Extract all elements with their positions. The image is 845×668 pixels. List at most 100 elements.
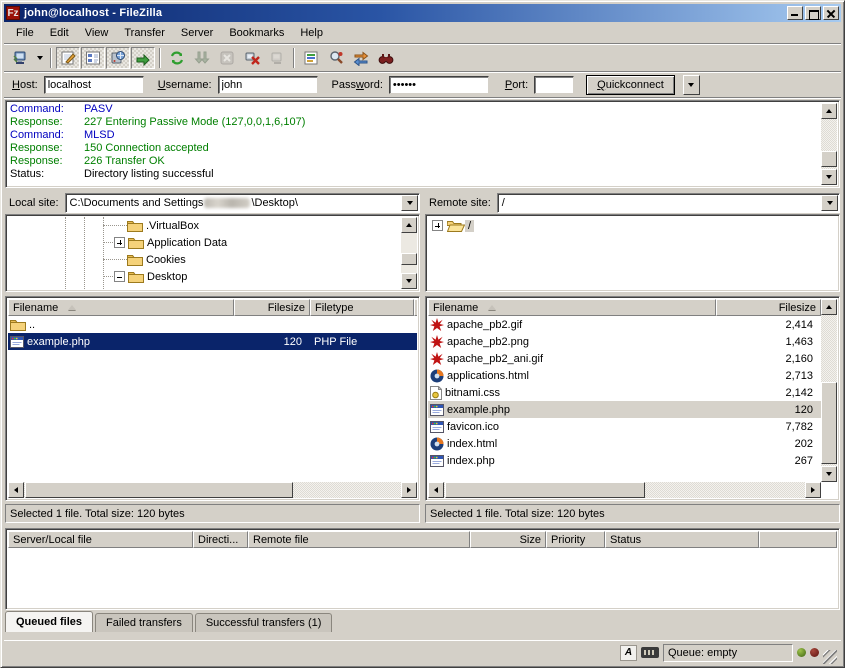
scroll-up-button[interactable]: [821, 299, 837, 315]
menu-help[interactable]: Help: [292, 25, 331, 41]
site-manager-dropdown[interactable]: [33, 47, 46, 69]
file-row[interactable]: index.html 202: [428, 435, 821, 452]
scroll-thumb[interactable]: [25, 482, 293, 498]
scroll-right-button[interactable]: [401, 482, 417, 498]
log-line: Response:226 Transfer OK: [8, 155, 821, 168]
image-file-icon: [430, 318, 444, 332]
scroll-thumb[interactable]: [445, 482, 645, 498]
reconnect-button[interactable]: [265, 47, 289, 69]
scroll-up-button[interactable]: [821, 103, 837, 119]
scroll-up-button[interactable]: [401, 217, 417, 233]
menu-transfer[interactable]: Transfer: [116, 25, 173, 41]
column-size[interactable]: Size: [470, 531, 546, 548]
status-bar: A Queue: empty: [4, 640, 841, 664]
toggle-message-log-button[interactable]: [56, 47, 80, 69]
scroll-right-button[interactable]: [805, 482, 821, 498]
tab-successful-transfers[interactable]: Successful transfers (1): [195, 613, 333, 632]
column-filename[interactable]: Filename: [8, 299, 234, 316]
file-row[interactable]: apache_pb2.png 1,463: [428, 333, 821, 350]
cancel-operation-button[interactable]: [215, 47, 239, 69]
tree-item-desktop[interactable]: Desktop: [8, 268, 417, 285]
chevron-down-icon: [688, 83, 694, 87]
transfer-queue-icon: [135, 50, 151, 66]
column-remote-file[interactable]: Remote file: [248, 531, 470, 548]
column-last-modified[interactable]: L: [414, 299, 417, 316]
directory-filters-button[interactable]: [299, 47, 323, 69]
disconnect-button[interactable]: [240, 47, 264, 69]
local-site-combo[interactable]: C:\Documents and Settings\Desktop\: [65, 193, 420, 213]
toggle-remote-tree-button[interactable]: [106, 47, 130, 69]
remote-site-combo[interactable]: /: [497, 193, 840, 213]
local-tree-scrollbar[interactable]: [401, 217, 417, 289]
tree-item-cookies[interactable]: Cookies: [8, 251, 417, 268]
local-list-hscrollbar[interactable]: [8, 482, 417, 498]
file-row[interactable]: applications.html 2,713: [428, 367, 821, 384]
collapse-minus-icon[interactable]: [114, 271, 125, 282]
chevron-down-icon: [37, 56, 43, 60]
menu-bookmarks[interactable]: Bookmarks: [221, 25, 292, 41]
remote-list-hscrollbar[interactable]: [428, 482, 821, 498]
process-queue-button[interactable]: [190, 47, 214, 69]
maximize-button[interactable]: [805, 6, 821, 20]
quickconnect-dropdown[interactable]: [683, 75, 700, 95]
scroll-thumb[interactable]: [821, 382, 837, 464]
tree-item-root[interactable]: /: [428, 217, 837, 234]
directory-comparison-button[interactable]: [324, 47, 348, 69]
resize-grip[interactable]: [823, 650, 837, 664]
host-input[interactable]: [44, 76, 144, 94]
file-row-parent-dir[interactable]: ..: [8, 316, 417, 333]
tree-item-application-data[interactable]: Application Data: [8, 234, 417, 251]
scroll-thumb[interactable]: [821, 151, 837, 167]
site-manager-button[interactable]: [8, 47, 32, 69]
menu-file[interactable]: File: [8, 25, 42, 41]
column-filesize[interactable]: Filesize: [234, 299, 310, 316]
file-row[interactable]: favicon.ico 7,782: [428, 418, 821, 435]
file-row-selected[interactable]: example.php 120: [428, 401, 821, 418]
column-server-local-file[interactable]: Server/Local file: [8, 531, 193, 548]
column-filename[interactable]: Filename: [428, 299, 716, 316]
column-filesize[interactable]: Filesize: [716, 299, 821, 316]
synchronized-browsing-button[interactable]: [349, 47, 373, 69]
remote-site-dropdown[interactable]: [821, 195, 838, 211]
close-button[interactable]: [823, 6, 839, 20]
port-input[interactable]: [534, 76, 574, 94]
local-site-dropdown[interactable]: [401, 195, 418, 211]
refresh-button[interactable]: [165, 47, 189, 69]
log-scrollbar[interactable]: [821, 103, 837, 185]
username-input[interactable]: [218, 76, 318, 94]
title-bar[interactable]: Fz john@localhost - FileZilla: [4, 4, 841, 22]
arrow-down-icon: [826, 175, 832, 179]
toggle-local-tree-button[interactable]: [81, 47, 105, 69]
file-row[interactable]: apache_pb2_ani.gif 2,160: [428, 350, 821, 367]
file-row[interactable]: index.php 267: [428, 452, 821, 469]
menu-edit[interactable]: Edit: [42, 25, 77, 41]
quickconnect-button[interactable]: Quickconnect: [586, 75, 675, 95]
scroll-down-button[interactable]: [401, 273, 417, 289]
password-input[interactable]: [389, 76, 489, 94]
menu-server[interactable]: Server: [173, 25, 221, 41]
scroll-down-button[interactable]: [821, 169, 837, 185]
find-files-button[interactable]: [374, 47, 398, 69]
file-row-example-php[interactable]: example.php 120 PHP File 1: [8, 333, 417, 350]
tab-failed-transfers[interactable]: Failed transfers: [95, 613, 193, 632]
column-filetype[interactable]: Filetype: [310, 299, 414, 316]
menu-view[interactable]: View: [77, 25, 117, 41]
expand-plus-icon[interactable]: [114, 237, 125, 248]
column-status[interactable]: Status: [605, 531, 759, 548]
tab-queued-files[interactable]: Queued files: [5, 611, 93, 632]
scroll-left-button[interactable]: [428, 482, 444, 498]
file-row[interactable]: bitnami.css 2,142: [428, 384, 821, 401]
column-priority[interactable]: Priority: [546, 531, 605, 548]
column-direction[interactable]: Directi...: [193, 531, 248, 548]
expand-plus-icon[interactable]: [432, 220, 443, 231]
tree-item-virtualbox[interactable]: .VirtualBox: [8, 217, 417, 234]
minimize-button[interactable]: [787, 6, 803, 20]
scroll-thumb[interactable]: [401, 253, 417, 265]
remote-list-vscrollbar[interactable]: [821, 299, 837, 482]
folder-icon: [128, 270, 144, 283]
file-row[interactable]: apache_pb2.gif 2,414: [428, 316, 821, 333]
toggle-queue-button[interactable]: [131, 47, 155, 69]
scroll-left-button[interactable]: [8, 482, 24, 498]
scroll-down-button[interactable]: [821, 466, 837, 482]
local-site-row: Local site: C:\Documents and Settings\De…: [5, 193, 420, 213]
